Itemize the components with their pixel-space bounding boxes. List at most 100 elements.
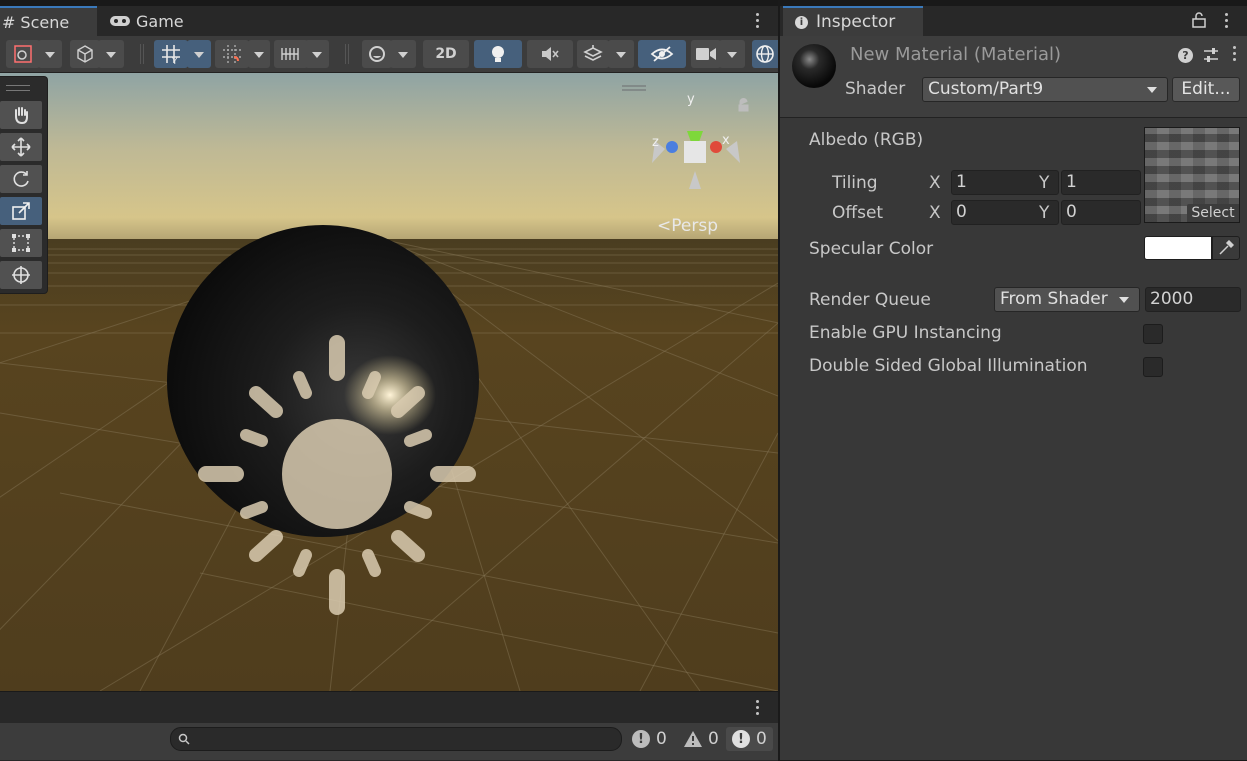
move-arrows-icon xyxy=(11,137,31,157)
gizmo-lock-icon[interactable] xyxy=(738,98,749,112)
toolbar-separator xyxy=(140,44,144,64)
warning-count-toggle[interactable]: 0 xyxy=(683,727,719,751)
svg-text:Y: Y xyxy=(171,57,178,65)
double-sided-gi-label: Double Sided Global Illumination xyxy=(809,356,1088,376)
grid-dropdown[interactable] xyxy=(187,40,211,68)
scene-camera-button[interactable] xyxy=(691,40,721,68)
tab-game-label: Game xyxy=(136,11,184,31)
eyedropper-button[interactable] xyxy=(1212,236,1240,260)
info-icon: ! xyxy=(632,730,650,748)
scene-tab-bar: # Scene Game xyxy=(0,6,778,36)
render-queue-field[interactable]: 2000 xyxy=(1145,287,1241,312)
gpu-instancing-checkbox[interactable] xyxy=(1143,324,1163,344)
tab-scene-label: Scene xyxy=(20,12,70,32)
offset-x-label: X xyxy=(929,203,941,223)
render-queue-dropdown[interactable]: From Shader xyxy=(994,287,1140,312)
hand-tool-button[interactable] xyxy=(0,101,42,129)
error-count-toggle[interactable]: ! 0 xyxy=(726,727,773,751)
scene-camera-dropdown[interactable] xyxy=(719,40,745,68)
draw-mode-dropdown[interactable] xyxy=(38,40,62,68)
gpu-instancing-label: Enable GPU Instancing xyxy=(809,323,1002,343)
specular-color-swatch[interactable] xyxy=(1144,236,1212,260)
scene-effects-dropdown[interactable] xyxy=(608,40,634,68)
tab-inspector[interactable]: i Inspector xyxy=(783,6,923,36)
ruler-icon xyxy=(281,48,299,60)
presets-icon[interactable] xyxy=(1203,47,1219,63)
layers-icon xyxy=(583,45,603,61)
info-count: 0 xyxy=(656,729,667,749)
move-tool-button[interactable] xyxy=(0,133,42,161)
tiling-y-label: Y xyxy=(1039,173,1050,193)
texture-select-button[interactable]: Select xyxy=(1187,204,1239,222)
info-circle-icon: i xyxy=(795,15,808,29)
scene-effects-button[interactable] xyxy=(577,40,609,68)
render-queue-label: Render Queue xyxy=(809,290,931,310)
scale-tool-button[interactable] xyxy=(0,197,42,225)
warning-icon xyxy=(684,731,702,747)
toggle-2d-button[interactable]: 2D xyxy=(423,40,469,68)
gamepad-icon xyxy=(110,16,130,26)
scene-viewport[interactable]: y x z xyxy=(0,73,778,691)
tab-inspector-label: Inspector xyxy=(816,12,896,32)
toggle-2d-label: 2D xyxy=(435,46,457,62)
lock-icon[interactable] xyxy=(1192,12,1206,28)
hidden-objects-button[interactable] xyxy=(638,40,686,68)
eye-hidden-icon xyxy=(650,46,674,62)
projection-label: Persp xyxy=(671,216,718,236)
material-name: New Material (Material) xyxy=(850,44,1061,65)
lightbulb-icon xyxy=(492,46,504,62)
tools-drag-handle[interactable] xyxy=(6,85,30,91)
material-preview-icon xyxy=(792,44,836,88)
gizmos-button[interactable] xyxy=(752,40,778,68)
console-search-input[interactable] xyxy=(170,727,622,751)
snap-dropdown[interactable] xyxy=(248,40,270,68)
albedo-texture-slot[interactable]: Select xyxy=(1144,127,1240,223)
snap-increment-button[interactable] xyxy=(215,40,249,68)
offset-y-field[interactable]: 0 xyxy=(1061,200,1141,225)
error-count: 0 xyxy=(756,729,767,749)
rect-tool-button[interactable] xyxy=(0,229,42,257)
specular-color-label: Specular Color xyxy=(809,239,934,259)
help-icon[interactable]: ? xyxy=(1178,48,1193,63)
hand-icon xyxy=(15,107,28,125)
scene-lighting-button[interactable] xyxy=(474,40,522,68)
info-count-toggle[interactable]: ! 0 xyxy=(632,727,667,751)
offset-label: Offset xyxy=(832,203,884,223)
grid-snapping-button[interactable]: Y xyxy=(154,40,188,68)
double-sided-gi-checkbox[interactable] xyxy=(1143,357,1163,377)
draw-mode-button[interactable] xyxy=(6,40,40,68)
warning-count: 0 xyxy=(708,729,719,749)
transform-tool-button[interactable] xyxy=(0,261,42,289)
audio-mute-icon xyxy=(542,47,559,61)
rotate-icon xyxy=(13,171,29,187)
scene-menu-icon[interactable] xyxy=(756,13,760,31)
increment-snap-dropdown[interactable] xyxy=(305,40,329,68)
scene-audio-button[interactable] xyxy=(527,40,573,68)
projection-toggle[interactable]: <Persp xyxy=(657,216,718,236)
material-properties: Albedo (RGB) Tiling X 1 Y 1 Offset X 0 Y… xyxy=(780,118,1247,760)
hash-icon: # xyxy=(2,12,16,32)
tab-game[interactable]: Game xyxy=(102,6,220,36)
scene-visibility-dropdown[interactable] xyxy=(390,40,416,68)
shader-label: Shader xyxy=(845,79,906,99)
edit-shader-button[interactable]: Edit... xyxy=(1172,77,1240,102)
perspective-icon: < xyxy=(657,216,672,236)
tiling-y-field[interactable]: 1 xyxy=(1061,170,1141,195)
tiling-x-label: X xyxy=(929,173,941,193)
scene-visibility-button[interactable] xyxy=(362,40,392,68)
error-icon: ! xyxy=(732,730,750,748)
shading-mode-dropdown[interactable] xyxy=(98,40,124,68)
inspector-menu-icon[interactable] xyxy=(1225,13,1229,31)
tab-scene[interactable]: # Scene xyxy=(0,6,97,36)
shading-mode-button[interactable] xyxy=(70,40,100,68)
console-menu-icon[interactable] xyxy=(756,700,760,718)
rotate-tool-button[interactable] xyxy=(0,165,42,193)
sphere-outline-icon xyxy=(369,46,385,62)
increment-snap-button[interactable] xyxy=(274,40,308,68)
shader-dropdown[interactable]: Custom/Part9 xyxy=(922,77,1168,102)
offset-y-label: Y xyxy=(1039,203,1050,223)
gizmo-globe-icon xyxy=(756,45,774,63)
eyedropper-icon xyxy=(1219,240,1234,255)
camera-icon xyxy=(696,48,716,60)
material-menu-icon[interactable] xyxy=(1233,46,1237,64)
